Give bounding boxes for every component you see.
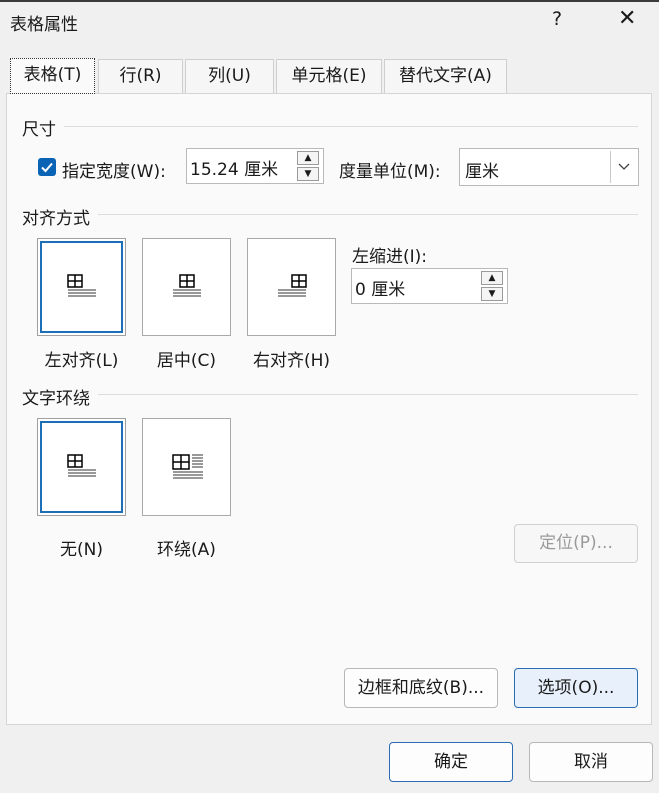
tab-column[interactable]: 列(U) [185, 59, 274, 93]
align-right-icon [278, 274, 307, 297]
help-button[interactable]: ? [552, 8, 562, 30]
ok-button[interactable]: 确定 [389, 742, 513, 782]
tab-row[interactable]: 行(R) [98, 59, 183, 93]
align-center-option[interactable] [142, 238, 231, 336]
align-left-label: 左对齐(L) [44, 351, 119, 371]
options-button[interactable]: 选项(O)... [514, 668, 638, 708]
alignment-divider [98, 214, 638, 215]
tab-panel [6, 93, 652, 725]
close-button[interactable]: ✕ [618, 6, 636, 31]
window-title: 表格属性 [10, 15, 78, 35]
align-left-option[interactable] [37, 238, 126, 336]
window-top-border [0, 0, 659, 2]
down-arrow-icon[interactable]: ▼ [297, 167, 319, 181]
tab-alt-text[interactable]: 替代文字(A) [384, 59, 507, 93]
up-arrow-icon[interactable]: ▲ [481, 271, 503, 285]
align-left-icon [67, 274, 96, 297]
cancel-button[interactable]: 取消 [529, 742, 653, 782]
width-value: 15.24 厘米 [190, 160, 279, 180]
chevron-down-icon[interactable] [610, 151, 636, 183]
wrap-section-label: 文字环绕 [22, 389, 90, 409]
specify-width-label: 指定宽度(W): [62, 162, 166, 182]
width-spinbox[interactable]: 15.24 厘米 ▲ ▼ [186, 148, 324, 184]
measure-unit-select[interactable]: 厘米 [459, 148, 639, 186]
wrap-none-icon [67, 454, 96, 477]
position-button[interactable]: 定位(P)... [514, 524, 638, 563]
measure-unit-label: 度量单位(M): [339, 162, 441, 182]
borders-shading-button[interactable]: 边框和底纹(B)... [344, 668, 498, 708]
tab-table[interactable]: 表格(T) [10, 58, 95, 94]
wrap-around-label: 环绕(A) [157, 540, 216, 560]
align-center-icon [173, 274, 201, 297]
wrap-divider [98, 394, 638, 395]
wrap-none-label: 无(N) [60, 540, 103, 560]
align-right-label: 右对齐(H) [252, 351, 331, 371]
checkmark-icon [41, 162, 53, 173]
specify-width-checkbox[interactable] [38, 158, 56, 176]
size-divider [64, 126, 638, 127]
wrap-around-option[interactable] [142, 418, 231, 516]
align-center-label: 居中(C) [156, 351, 217, 371]
left-indent-spinbox[interactable]: 0 厘米 ▲ ▼ [351, 268, 508, 304]
left-indent-value: 0 厘米 [355, 280, 406, 300]
size-section-label: 尺寸 [22, 120, 56, 140]
measure-unit-value: 厘米 [465, 162, 499, 182]
up-arrow-icon[interactable]: ▲ [297, 151, 319, 165]
wrap-none-option[interactable] [37, 418, 126, 516]
align-right-option[interactable] [247, 238, 336, 336]
tab-cell[interactable]: 单元格(E) [276, 59, 382, 93]
alignment-section-label: 对齐方式 [22, 209, 90, 229]
down-arrow-icon[interactable]: ▼ [481, 287, 503, 301]
left-indent-label: 左缩进(I): [352, 247, 428, 267]
wrap-around-icon [172, 454, 203, 479]
